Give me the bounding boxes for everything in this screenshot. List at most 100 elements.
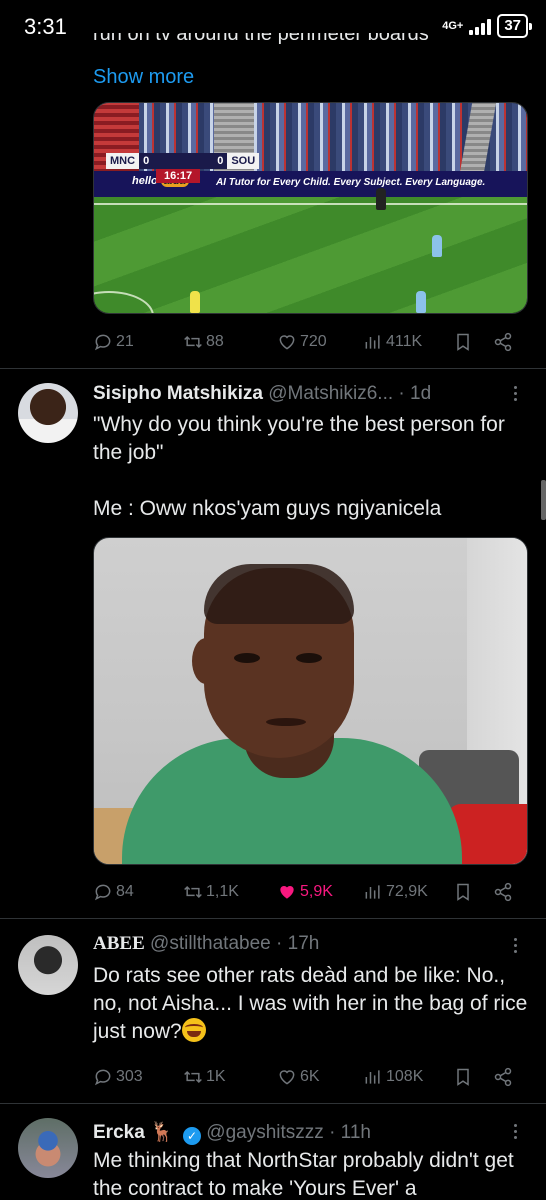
home-score: 0 bbox=[139, 153, 154, 169]
away-team: SOU bbox=[227, 153, 260, 169]
tweet-time: · 17h bbox=[276, 933, 320, 954]
reply-icon bbox=[94, 1069, 111, 1086]
laughing-emoji-icon bbox=[181, 1018, 206, 1042]
bookmark-icon bbox=[457, 883, 469, 901]
heart-icon bbox=[279, 1070, 295, 1085]
share-icon bbox=[494, 332, 512, 352]
reply-count: 21 bbox=[116, 333, 134, 350]
repost-count: 1,1K bbox=[206, 883, 239, 900]
tweet-media-image[interactable] bbox=[93, 537, 528, 865]
repost-button[interactable]: 1,1K bbox=[183, 880, 239, 904]
repost-count: 1K bbox=[206, 1068, 226, 1085]
tweet-text-body: Do rats see other rats deàd and be like:… bbox=[93, 964, 528, 1043]
tweet-header: ABEE @stillthatabee · 17h bbox=[93, 933, 508, 955]
reply-button[interactable]: 84 bbox=[93, 880, 134, 904]
repost-button[interactable]: 1K bbox=[183, 1065, 226, 1089]
tweet-header: Sisipho Matshikiza @Matshikiz6... · 1d bbox=[93, 383, 508, 405]
tweet-header: Ercka 🦌 ✓ @gayshitszzz · 11h bbox=[93, 1120, 508, 1145]
reply-icon bbox=[94, 334, 111, 351]
hair bbox=[204, 564, 354, 624]
bookmark-button[interactable] bbox=[453, 880, 473, 904]
repost-icon bbox=[184, 885, 202, 899]
repost-button[interactable]: 88 bbox=[183, 330, 224, 354]
share-button[interactable] bbox=[493, 880, 513, 904]
player bbox=[376, 188, 386, 210]
home-team: MNC bbox=[106, 153, 140, 169]
tweet-time: · 11h bbox=[329, 1122, 371, 1143]
pitch-line bbox=[94, 203, 527, 205]
tweet-time: · 1d bbox=[398, 383, 432, 404]
tweet-text: Do rats see other rats deàd and be like:… bbox=[93, 962, 533, 1046]
author-handle[interactable]: @Matshikiz6... bbox=[268, 383, 393, 404]
tweet-text: Me thinking that NorthStar probably didn… bbox=[93, 1149, 514, 1200]
like-button[interactable]: 6K bbox=[277, 1065, 320, 1089]
like-button[interactable]: 720 bbox=[277, 330, 327, 354]
bookmark-icon bbox=[457, 333, 469, 351]
repost-icon bbox=[184, 335, 202, 349]
bookmark-icon bbox=[457, 1068, 469, 1086]
scoreboard: MNC 0 0 SOU 16:17 bbox=[106, 153, 260, 183]
network-type: 4G+ bbox=[442, 20, 464, 32]
reply-button[interactable]: 303 bbox=[93, 1065, 143, 1089]
clock: 3:31 bbox=[24, 14, 67, 39]
author-name[interactable]: Sisipho Matshikiza bbox=[93, 383, 263, 404]
author-handle[interactable]: @gayshitszzz bbox=[206, 1122, 324, 1143]
more-options-icon[interactable] bbox=[514, 938, 520, 953]
like-count: 6K bbox=[300, 1068, 320, 1085]
like-count: 5,9K bbox=[300, 883, 333, 900]
view-count: 108K bbox=[386, 1068, 424, 1085]
tweet-actions: 303 1K 6K 108K bbox=[93, 1065, 523, 1089]
views-icon bbox=[365, 335, 380, 349]
deer-emoji-icon: 🦌 bbox=[150, 1122, 174, 1143]
like-button[interactable]: 5,9K bbox=[277, 880, 333, 904]
eye bbox=[296, 653, 322, 663]
view-count: 72,9K bbox=[386, 883, 428, 900]
share-button[interactable] bbox=[493, 330, 513, 354]
author-name[interactable]: ABEE bbox=[93, 933, 145, 954]
like-count: 720 bbox=[300, 333, 327, 350]
views-button[interactable]: 411K bbox=[363, 330, 422, 354]
match-clock: 16:17 bbox=[156, 169, 201, 183]
reply-count: 84 bbox=[116, 883, 134, 900]
avatar[interactable] bbox=[18, 383, 78, 443]
scrollbar[interactable] bbox=[541, 480, 546, 520]
tweet-text-clipped: run on tv around the perimeter boards bbox=[93, 33, 429, 45]
share-icon bbox=[494, 1067, 512, 1087]
views-button[interactable]: 72,9K bbox=[363, 880, 428, 904]
reply-button[interactable]: 21 bbox=[93, 330, 134, 354]
share-icon bbox=[494, 882, 512, 902]
tweet-divider bbox=[0, 368, 546, 369]
avatar[interactable] bbox=[18, 1118, 78, 1178]
more-options-icon[interactable] bbox=[514, 1124, 520, 1139]
tweet-divider bbox=[0, 1103, 546, 1104]
view-count: 411K bbox=[386, 333, 423, 350]
reply-count: 303 bbox=[116, 1068, 143, 1085]
reply-icon bbox=[94, 884, 111, 901]
repost-icon bbox=[184, 1070, 202, 1084]
tweet-media-image[interactable]: hello aida AI Tutor for Every Child. Eve… bbox=[93, 102, 528, 314]
mouth bbox=[266, 718, 306, 726]
author-handle[interactable]: @stillthatabee bbox=[150, 933, 271, 954]
tweet-divider bbox=[0, 918, 546, 919]
views-icon bbox=[365, 885, 380, 899]
away-score: 0 bbox=[213, 153, 228, 169]
author-name[interactable]: Ercka bbox=[93, 1122, 145, 1143]
views-icon bbox=[365, 1070, 380, 1084]
player bbox=[432, 235, 442, 257]
heart-icon bbox=[279, 335, 295, 350]
player bbox=[190, 291, 200, 313]
bookmark-button[interactable] bbox=[453, 330, 473, 354]
player bbox=[416, 291, 426, 313]
show-more-link[interactable]: Show more bbox=[93, 66, 194, 89]
pitch-grass bbox=[94, 197, 527, 313]
avatar[interactable] bbox=[18, 935, 78, 995]
eye bbox=[234, 653, 260, 663]
tweet-actions: 21 88 720 411K bbox=[93, 330, 523, 354]
more-options-icon[interactable] bbox=[514, 386, 520, 401]
share-button[interactable] bbox=[493, 1065, 513, 1089]
verified-badge-icon: ✓ bbox=[183, 1127, 202, 1145]
tweet-text: "Why do you think you're the best person… bbox=[93, 413, 505, 520]
repost-count: 88 bbox=[206, 333, 224, 350]
views-button[interactable]: 108K bbox=[363, 1065, 423, 1089]
bookmark-button[interactable] bbox=[453, 1065, 473, 1089]
